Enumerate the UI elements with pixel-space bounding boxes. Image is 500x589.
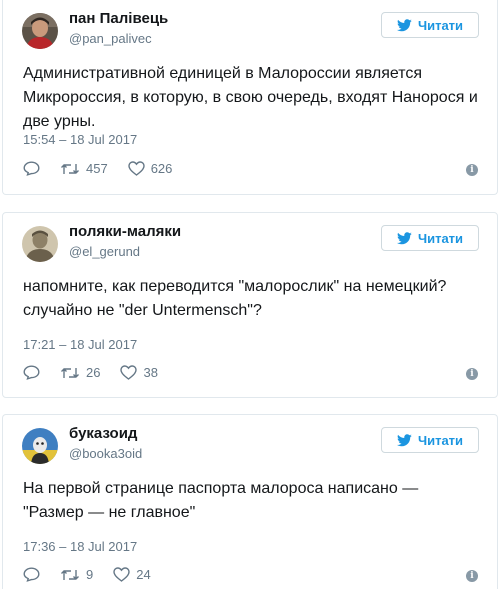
retweet-count: 9 <box>86 567 94 582</box>
tweet-card: буказоид @booka3oid Читати На первой стр… <box>2 414 498 589</box>
follow-button[interactable]: Читати <box>381 225 479 251</box>
like-button[interactable]: 24 <box>113 567 151 582</box>
reply-icon <box>23 161 40 176</box>
tweet-actions: 9 24 <box>23 567 171 582</box>
author-handle[interactable]: @el_gerund <box>69 244 140 259</box>
info-icon[interactable]: i <box>466 368 478 380</box>
tweet-text: На первой странице паспорта малороса нап… <box>23 480 419 521</box>
timestamp[interactable]: 15:54 – 18 Jul 2017 <box>23 132 137 147</box>
twitter-bird-icon <box>396 433 412 446</box>
reply-button[interactable] <box>23 365 40 380</box>
timestamp[interactable]: 17:36 – 18 Jul 2017 <box>23 539 137 554</box>
reply-icon <box>23 365 40 380</box>
reply-icon <box>23 567 40 582</box>
avatar[interactable] <box>22 13 58 49</box>
follow-label: Читати <box>417 230 464 246</box>
timestamp[interactable]: 17:21 – 18 Jul 2017 <box>23 337 137 352</box>
follow-label: Читати <box>417 432 464 448</box>
author-name[interactable]: буказоид <box>69 425 137 442</box>
tweet-actions: 26 38 <box>23 365 178 380</box>
tweet-actions: 457 626 <box>23 161 192 176</box>
like-button[interactable]: 626 <box>128 161 173 176</box>
tweet-text: напомните, как переводится "малорослик" … <box>23 278 447 319</box>
heart-icon <box>128 161 145 176</box>
follow-button[interactable]: Читати <box>381 12 479 38</box>
retweet-button[interactable]: 9 <box>60 567 93 582</box>
tweet-text: Административной единицей в Малороссии я… <box>23 65 478 130</box>
reply-button[interactable] <box>23 567 40 582</box>
author-handle[interactable]: @pan_palivec <box>69 31 152 46</box>
heart-icon <box>120 365 138 380</box>
like-button[interactable]: 38 <box>120 365 158 380</box>
reply-button[interactable] <box>23 161 40 176</box>
retweet-icon <box>61 163 79 174</box>
heart-icon <box>113 567 130 582</box>
retweet-button[interactable]: 457 <box>60 161 108 176</box>
info-icon[interactable]: i <box>466 570 478 582</box>
tweet-card: пан Палівець @pan_palivec Читати Админис… <box>2 0 498 195</box>
author-name[interactable]: поляки-маляки <box>69 223 181 240</box>
retweet-button[interactable]: 26 <box>60 365 100 380</box>
like-count: 24 <box>136 567 151 582</box>
twitter-bird-icon <box>396 18 412 31</box>
info-icon[interactable]: i <box>466 164 478 176</box>
tweet-card: поляки-маляки @el_gerund Читати напомнит… <box>2 212 498 398</box>
author-handle[interactable]: @booka3oid <box>69 446 142 461</box>
retweet-count: 457 <box>86 161 108 176</box>
retweet-icon <box>61 367 79 378</box>
follow-button[interactable]: Читати <box>381 427 479 453</box>
avatar[interactable] <box>22 226 58 262</box>
like-count: 38 <box>143 365 158 380</box>
follow-label: Читати <box>417 17 464 33</box>
retweet-count: 26 <box>86 365 101 380</box>
twitter-bird-icon <box>396 231 412 244</box>
retweet-icon <box>61 569 79 580</box>
avatar[interactable] <box>22 428 58 464</box>
author-name[interactable]: пан Палівець <box>69 10 168 27</box>
like-count: 626 <box>150 161 173 176</box>
